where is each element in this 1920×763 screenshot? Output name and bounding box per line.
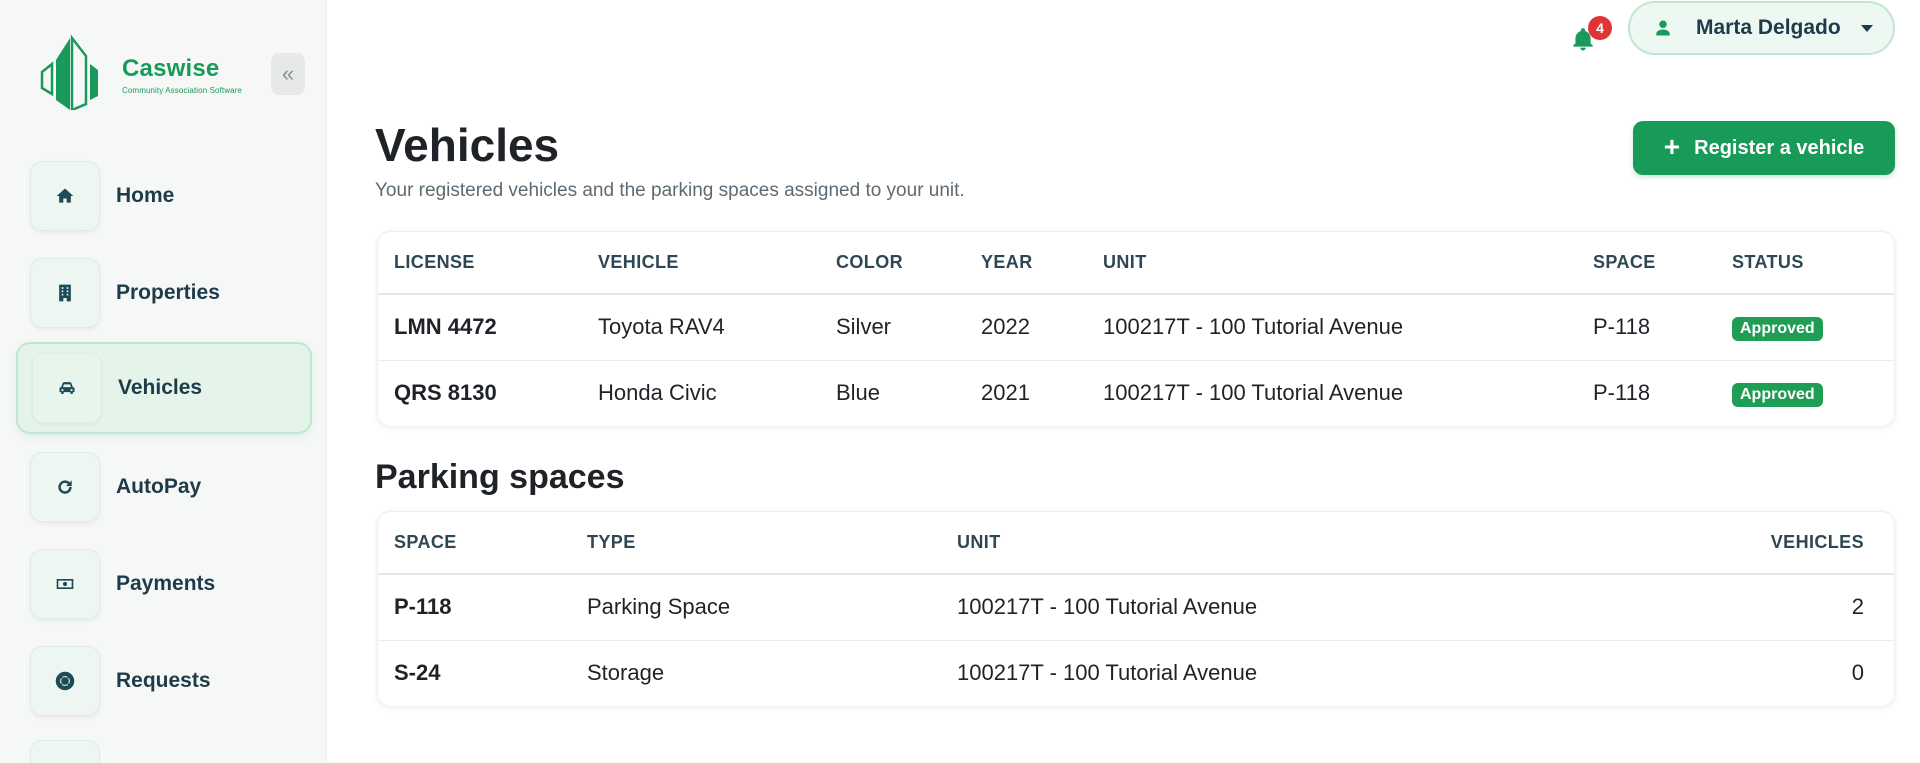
cell-vehicle: Toyota RAV4 [582,294,820,361]
chevron-double-left-icon: « [281,61,295,86]
table-row[interactable]: QRS 8130 Honda Civic Blue 2021 100217T -… [378,360,1894,426]
column-header-year[interactable]: YEAR [965,232,1087,295]
status-badge: Approved [1732,317,1823,342]
table-row[interactable]: LMN 4472 Toyota RAV4 Silver 2022 100217T… [378,294,1894,361]
sidebar-item-payments[interactable]: Payments [16,538,312,630]
sidebar-item-properties[interactable]: Properties [16,247,312,339]
table-header-row: SPACE TYPE UNIT VEHICLES [378,512,1894,575]
brand[interactable]: Caswise Community Association Software [40,34,242,110]
lifebuoy-icon [30,646,100,716]
sidebar-item-partial[interactable] [30,740,100,763]
sidebar-item-label: Home [116,184,175,207]
cell-license: QRS 8130 [394,380,497,406]
sidebar-item-label: AutoPay [116,475,202,498]
user-icon [1656,20,1670,36]
column-header-license[interactable]: LICENSE [378,232,582,295]
building-icon [30,258,100,328]
sidebar-item-vehicles[interactable]: Vehicles [16,342,312,434]
home-icon [30,161,100,231]
table-header-row: LICENSE VEHICLE COLOR YEAR UNIT SPACE ST… [378,232,1894,295]
column-header-unit[interactable]: UNIT [1087,232,1577,295]
page-subtitle: Your registered vehicles and the parking… [375,180,965,201]
sidebar-item-label: Vehicles [118,376,203,399]
plus-icon: + [1663,130,1681,162]
cell-color: Silver [820,294,965,361]
sidebar-item-requests[interactable]: Requests [16,635,312,727]
sidebar-item-autopay[interactable]: AutoPay [16,441,312,533]
parking-section-title: Parking spaces [375,458,625,496]
vehicles-table: LICENSE VEHICLE COLOR YEAR UNIT SPACE ST… [378,232,1894,426]
notification-count-badge: 4 [1588,16,1612,40]
money-icon [30,549,100,619]
cell-vehicle-count: 2 [1674,574,1894,641]
column-header-unit[interactable]: UNIT [941,512,1674,575]
register-vehicle-label: Register a vehicle [1694,136,1865,159]
cell-vehicle: Honda Civic [598,380,717,406]
cell-unit: 100217T - 100 Tutorial Avenue [957,660,1258,686]
column-header-space[interactable]: SPACE [378,512,571,575]
cell-space: P-118 [378,574,571,641]
cell-unit: 100217T - 100 Tutorial Avenue [1103,380,1404,406]
sidebar-item-label: Payments [116,572,216,595]
cell-color: Blue [836,380,881,406]
cell-license: LMN 4472 [378,294,582,361]
caswise-logo [40,34,98,110]
column-header-color[interactable]: COLOR [820,232,965,295]
refresh-icon [30,452,100,522]
notifications-button[interactable]: 4 [1568,14,1612,51]
cell-space: P-118 [1577,294,1716,361]
table-row[interactable]: S-24 Storage 100217T - 100 Tutorial Aven… [378,640,1894,706]
column-header-space[interactable]: SPACE [1577,232,1716,295]
caret-down-icon [1860,24,1873,32]
cell-unit: 100217T - 100 Tutorial Avenue [941,574,1674,641]
user-menu-button[interactable]: Marta Delgado [1628,1,1895,55]
status-badge: Approved [1732,383,1823,408]
column-header-status[interactable]: STATUS [1716,232,1894,295]
column-header-vehicles[interactable]: VEHICLES [1674,512,1894,575]
cell-space: P-118 [1593,380,1651,406]
brand-name: Caswise [122,55,220,82]
register-vehicle-button[interactable]: + Register a vehicle [1633,121,1895,175]
vehicles-table-card: LICENSE VEHICLE COLOR YEAR UNIT SPACE ST… [377,231,1895,427]
parking-table-card: SPACE TYPE UNIT VEHICLES P-118 Parking S… [377,511,1895,707]
cell-space: S-24 [394,660,441,686]
sidebar-item-home[interactable]: Home [16,150,312,242]
page-title: Vehicles [375,119,560,171]
sidebar: Caswise Community Association Software «… [0,0,327,763]
column-header-vehicle[interactable]: VEHICLE [582,232,820,295]
parking-table: SPACE TYPE UNIT VEHICLES P-118 Parking S… [378,512,1894,706]
cell-type: Parking Space [571,574,941,641]
sidebar-item-label: Properties [116,281,220,304]
car-icon [32,353,102,423]
sidebar-item-label: Requests [116,669,211,692]
table-row[interactable]: P-118 Parking Space 100217T - 100 Tutori… [378,574,1894,641]
brand-tagline: Community Association Software [122,86,242,95]
cell-type: Storage [587,660,665,686]
collapse-sidebar-button[interactable]: « [271,53,305,95]
cell-year: 2022 [965,294,1087,361]
user-name: Marta Delgado [1696,16,1841,39]
column-header-type[interactable]: TYPE [571,512,941,575]
cell-unit: 100217T - 100 Tutorial Avenue [1087,294,1577,361]
cell-vehicle-count: 0 [1851,660,1864,686]
cell-year: 2021 [981,380,1030,406]
